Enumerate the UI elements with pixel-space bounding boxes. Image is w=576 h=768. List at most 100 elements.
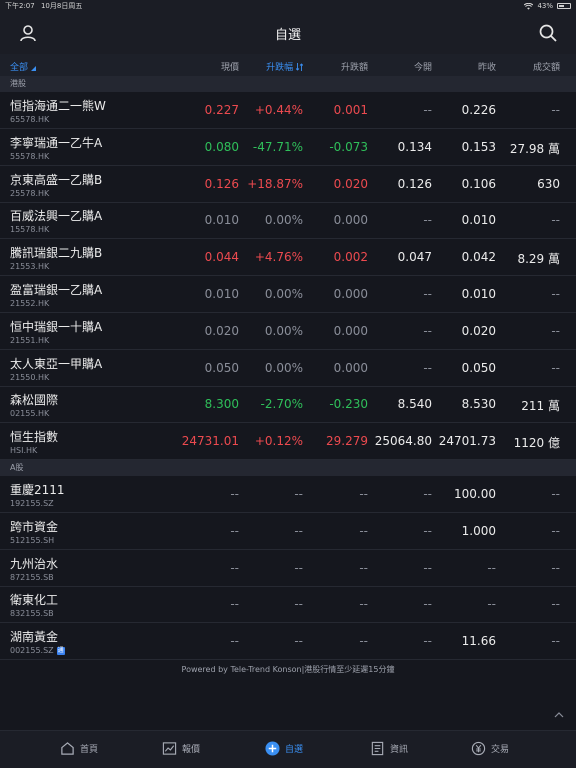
chevron-up-icon[interactable] (554, 710, 564, 720)
stock-code-text: 21550.HK (10, 372, 50, 382)
stock-code: 872155.SB (10, 573, 54, 582)
pct-change-cell: -- (294, 487, 303, 501)
stock-name: 京東高盛一乙購B (10, 172, 103, 187)
table-row[interactable]: 百威法興一乙購A 15578.HK 0.010 0.00% 0.000 -- 0.010 -- (0, 202, 576, 240)
stock-code-text: 55578.HK (10, 151, 50, 161)
price-cell: 24731.01 (181, 434, 239, 449)
stock-name: 李寧瑞通一乙牛A (10, 135, 103, 150)
table-row[interactable]: 恒指海通二一熊W 65578.HK 0.227 +0.44% 0.001 -- 0.226 -… (0, 92, 576, 129)
pct-change-cell: +0.12% (254, 434, 303, 449)
filter-all-dropdown[interactable]: 全部 (10, 60, 36, 73)
table-row[interactable]: 跨市資金 512155.SH -- -- -- -- 1.000 -- (0, 513, 576, 550)
change-cell: 29.279 (326, 434, 368, 449)
table-row[interactable]: 盈富瑞銀一乙購A 21552.HK 0.010 0.00% 0.000 -- 0.010 -- (0, 276, 576, 313)
stock-code-text: 192155.SZ (10, 499, 54, 508)
search-icon[interactable] (538, 23, 558, 43)
table-row[interactable]: 太人東亞一甲購A 21550.HK 0.050 0.00% 0.000 -- 0.050 -- (0, 350, 576, 387)
pct-change-cell: +4.76% (254, 250, 303, 265)
price-cell: 0.080 (204, 139, 239, 154)
stock-name: 騰訊瑞銀二九購B (10, 246, 103, 261)
stock-code: 21552.HK (10, 299, 49, 308)
stock-name: 太人東亞一甲購A (10, 356, 103, 371)
column-volume[interactable]: 成交額 (533, 60, 560, 73)
connect-badge: 通 (56, 646, 65, 655)
stock-code-text: 21551.HK (10, 335, 50, 345)
price-cell: 0.126 (204, 176, 239, 191)
stock-name: 恒生指數 (10, 430, 59, 445)
table-row[interactable]: 衛東化工 832155.SB -- -- -- -- -- -- (0, 586, 576, 624)
prev-close-cell: 0.010 (461, 287, 496, 301)
status-bar: 下午2:07 10月8日周五 43% (0, 0, 576, 12)
table-row[interactable]: 森松國際 02155.HK 8.300 -2.70% -0.230 8.540 8.530 2… (0, 386, 576, 424)
stock-name: 衛東化工 (10, 593, 59, 608)
open-cell: 25064.80 (374, 434, 432, 449)
battery-percent: 43% (537, 2, 553, 10)
volume-cell: -- (551, 323, 560, 338)
column-header: 全部 現價 升跌幅 升跌額 今開 昨收 成交額 (0, 54, 576, 76)
status-date: 10月8日周五 (40, 2, 83, 10)
column-price[interactable]: 現價 (221, 60, 239, 73)
column-open[interactable]: 今開 (414, 60, 432, 73)
table-row[interactable]: 京東高盛一乙購B 25578.HK 0.126 +18.87% 0.020 0.126 0.… (0, 166, 576, 203)
column-pct-label: 升跌幅 (266, 63, 294, 73)
user-icon[interactable] (18, 23, 38, 43)
column-change[interactable]: 升跌額 (341, 60, 368, 73)
volume-cell: -- (551, 597, 560, 612)
stock-code-text: 15578.HK (10, 225, 50, 235)
prev-close-cell: 0.042 (461, 250, 496, 265)
table-row[interactable]: 恒中瑞銀一十購A 21551.HK 0.020 0.00% 0.000 -- 0.020 -- (0, 313, 576, 350)
tab-trade-label: 交易 (491, 745, 510, 755)
stock-code: HSI.HK (10, 446, 37, 455)
table-row[interactable]: 重慶2111 192155.SZ -- -- -- -- 100.00 -- (0, 476, 576, 513)
volume-cell: -- (551, 213, 560, 228)
change-cell: -- (359, 597, 368, 612)
currency-icon (471, 741, 486, 756)
tab-home[interactable]: 首頁 (60, 741, 98, 756)
stock-code: 21553.HK (10, 262, 49, 271)
stock-code: 512155.SH (10, 536, 54, 545)
prev-close-cell: -- (487, 597, 496, 612)
price-cell: -- (230, 487, 239, 501)
change-cell: 0.002 (333, 250, 368, 265)
volume-cell: -- (551, 287, 560, 301)
table-row[interactable]: 九州治水 872155.SB -- -- -- -- -- -- (0, 550, 576, 587)
table-row[interactable]: 騰訊瑞銀二九購B 21553.HK 0.044 +4.76% 0.002 0.047 0.0… (0, 239, 576, 277)
stock-code: 25578.HK (10, 189, 49, 198)
change-cell: 0.020 (333, 176, 368, 191)
tab-news[interactable]: 資訊 (370, 741, 408, 756)
open-cell: 0.126 (397, 176, 432, 191)
column-pct-sort[interactable]: 升跌幅 (266, 60, 304, 73)
stock-code: 15578.HK (10, 225, 49, 234)
volume-cell: 630 (537, 176, 560, 191)
plus-circle-icon (265, 741, 280, 756)
pct-change-cell: -- (294, 634, 303, 649)
tab-quotes-label: 報價 (182, 745, 201, 755)
chart-icon (162, 742, 177, 755)
stock-name: 森松國際 (10, 393, 59, 408)
tab-quotes[interactable]: 報價 (162, 741, 200, 756)
stock-code-text: 002155.SZ (10, 646, 54, 656)
prev-close-cell: 0.226 (461, 103, 496, 117)
prev-close-cell: 8.530 (461, 397, 496, 412)
tab-home-label: 首頁 (80, 745, 99, 755)
open-cell: -- (423, 323, 432, 338)
prev-close-cell: 24701.73 (438, 434, 496, 449)
open-cell: 0.047 (397, 250, 432, 265)
volume-cell: -- (551, 103, 560, 117)
column-prev-close[interactable]: 昨收 (478, 60, 496, 73)
change-cell: 0.000 (333, 360, 368, 375)
tab-watchlist-label: 自選 (285, 745, 304, 755)
wifi-icon (524, 2, 534, 10)
stock-name: 九州治水 (10, 556, 59, 571)
volume-cell: 27.98 萬 (509, 141, 560, 156)
tab-watchlist[interactable]: 自選 (265, 741, 303, 756)
tab-trade[interactable]: 交易 (471, 741, 509, 756)
table-row[interactable]: 恒生指數 HSI.HK 24731.01 +0.12% 29.279 25064.80 24… (0, 423, 576, 461)
table-row[interactable]: 湖南黃金 002155.SZ 通 -- -- -- -- 11.66 -- (0, 623, 576, 661)
stock-code: 65578.HK (10, 115, 49, 124)
change-cell: 0.000 (333, 287, 368, 301)
stock-code-text: 512155.SH (10, 535, 55, 545)
pct-change-cell: +18.87% (247, 176, 303, 191)
stock-code-text: 25578.HK (10, 188, 50, 198)
table-row[interactable]: 李寧瑞通一乙牛A 55578.HK 0.080 -47.71% -0.073 0.134 0… (0, 129, 576, 166)
